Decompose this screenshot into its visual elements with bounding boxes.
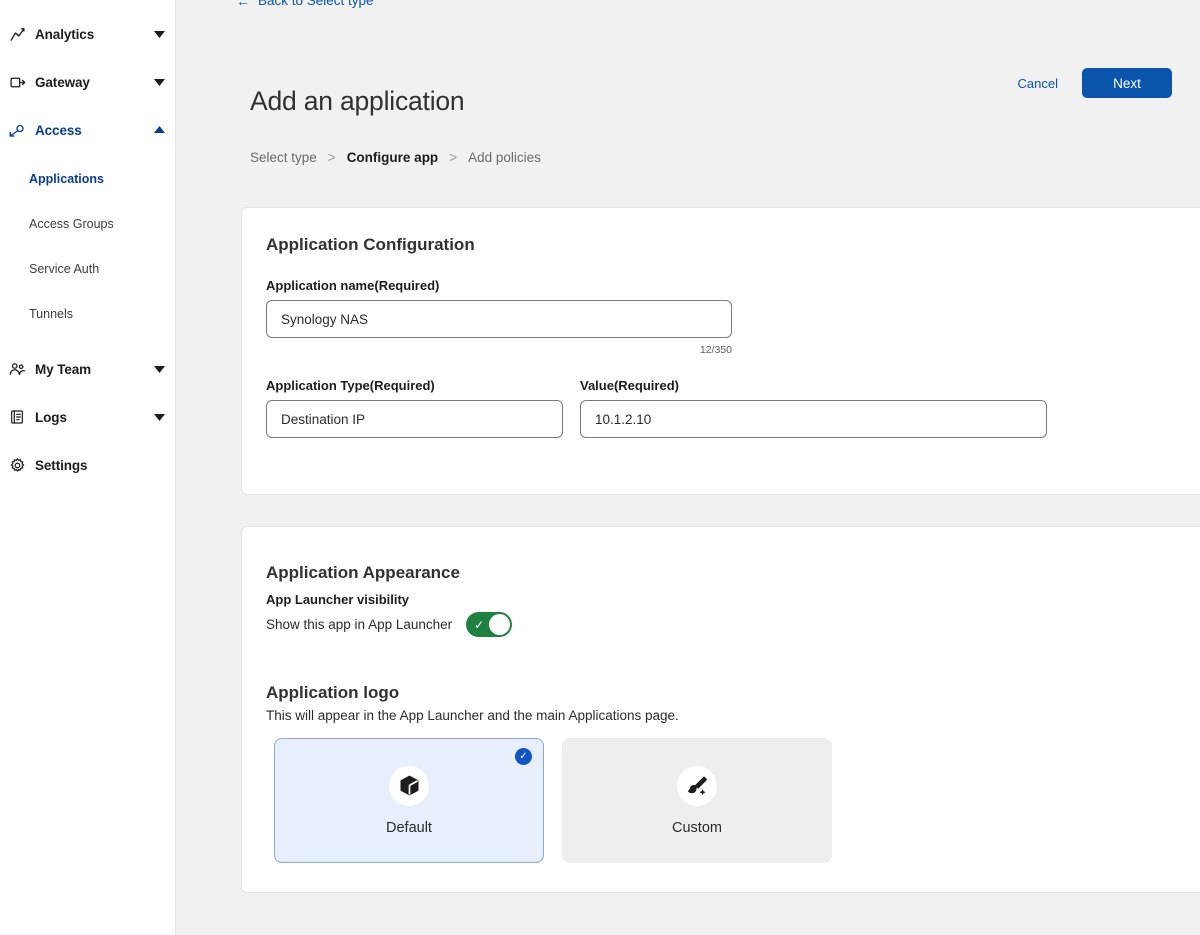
breadcrumb-separator: >	[449, 150, 457, 165]
value-label-row: Value(Required)	[580, 377, 679, 395]
chevron-up-icon[interactable]	[153, 124, 165, 136]
sidebar-group-logs[interactable]: Logs	[0, 403, 175, 431]
breadcrumb-step-select-type[interactable]: Select type	[250, 150, 317, 165]
logs-document-icon	[8, 408, 26, 426]
sidebar-group-label: Analytics	[35, 27, 153, 42]
application-type-label-row: Application Type(Required)	[266, 377, 435, 395]
breadcrumb-separator: >	[328, 150, 336, 165]
chevron-down-icon[interactable]	[153, 76, 165, 88]
app-launcher-visibility-label: Show this app in App Launcher	[266, 617, 452, 632]
breadcrumb-step-add-policies[interactable]: Add policies	[468, 150, 541, 165]
value-input[interactable]	[580, 400, 1047, 438]
app-launcher-visibility-heading: App Launcher visibility	[266, 592, 409, 607]
value-required-hint: (Required)	[614, 378, 679, 393]
sidebar-group-label: Logs	[35, 410, 153, 425]
application-configuration-card: Application Configuration Application na…	[241, 207, 1200, 495]
application-name-char-counter: 12/350	[266, 344, 732, 356]
caret-placeholder	[153, 459, 165, 471]
sidebar-group-my-team[interactable]: My Team	[0, 355, 175, 383]
sidebar-group-label: Settings	[35, 458, 153, 473]
sidebar-item-label: Service Auth	[29, 262, 99, 276]
sidebar-group-settings[interactable]: Settings	[0, 451, 175, 479]
application-appearance-title: Application Appearance	[266, 563, 460, 583]
arrow-left-icon: ←	[236, 0, 250, 8]
next-button[interactable]: Next	[1082, 68, 1172, 98]
page-title: Add an application	[250, 86, 464, 117]
app-root: Analytics Gateway Access	[0, 0, 1200, 935]
access-key-icon	[8, 121, 26, 139]
application-logo-description: This will appear in the App Launcher and…	[266, 708, 679, 723]
check-circle-icon: ✓	[515, 748, 532, 765]
sidebar-item-label: Tunnels	[29, 307, 73, 321]
application-logo-options: ✓ Default	[274, 738, 832, 863]
breadcrumb-step-configure-app: Configure app	[347, 150, 439, 165]
application-name-label: Application name	[266, 278, 374, 293]
sidebar-group-access[interactable]: Access	[0, 116, 175, 144]
application-appearance-card: Application Appearance App Launcher visi…	[241, 526, 1200, 893]
app-launcher-visibility-toggle[interactable]: ✓	[466, 612, 512, 637]
cube-icon	[389, 766, 429, 806]
application-configuration-title: Application Configuration	[266, 235, 475, 255]
chevron-down-icon[interactable]	[153, 411, 165, 423]
logo-option-custom[interactable]: Custom	[562, 738, 832, 863]
application-type-select-box[interactable]: Destination IP	[266, 400, 563, 438]
gateway-icon	[8, 73, 26, 91]
logo-option-label: Default	[386, 820, 432, 836]
application-type-required-hint: (Required)	[370, 378, 435, 393]
application-logo-heading: Application logo	[266, 683, 399, 703]
paintbrush-icon	[677, 766, 717, 806]
chevron-down-icon[interactable]	[153, 363, 165, 375]
sidebar-item-access-groups[interactable]: Access Groups	[0, 209, 175, 239]
sidebar-access-subnav: Applications Access Groups Service Auth …	[0, 164, 175, 329]
back-link-label: Back to Select type	[258, 0, 374, 8]
sidebar: Analytics Gateway Access	[0, 0, 176, 935]
back-to-select-type-link[interactable]: ← Back to Select type	[236, 0, 374, 8]
sidebar-group-label: My Team	[35, 362, 153, 377]
chevron-down-icon[interactable]	[153, 28, 165, 40]
main-content: ← Back to Select type Add an application…	[176, 0, 1200, 935]
team-people-icon	[8, 360, 26, 378]
sidebar-item-service-auth[interactable]: Service Auth	[0, 254, 175, 284]
sidebar-item-label: Access Groups	[29, 217, 114, 231]
sidebar-group-analytics[interactable]: Analytics	[0, 20, 175, 48]
header-actions: Cancel Next	[1014, 68, 1172, 98]
application-type-selected-value: Destination IP	[281, 412, 365, 427]
application-type-label: Application Type	[266, 378, 370, 393]
logo-option-default[interactable]: ✓ Default	[274, 738, 544, 863]
sidebar-group-label: Access	[35, 123, 153, 138]
check-icon: ✓	[474, 619, 484, 631]
cancel-button[interactable]: Cancel	[1014, 70, 1062, 97]
application-type-select[interactable]: Destination IP	[266, 400, 563, 438]
logo-option-label: Custom	[672, 820, 722, 836]
application-name-input[interactable]	[266, 300, 732, 338]
sidebar-item-label: Applications	[29, 172, 104, 186]
app-launcher-visibility-row: Show this app in App Launcher ✓	[266, 612, 512, 637]
toggle-knob	[489, 614, 510, 635]
breadcrumb: Select type > Configure app > Add polici…	[250, 150, 541, 165]
gear-icon	[8, 456, 26, 474]
sidebar-item-tunnels[interactable]: Tunnels	[0, 299, 175, 329]
analytics-line-chart-icon	[8, 25, 26, 43]
sidebar-group-gateway[interactable]: Gateway	[0, 68, 175, 96]
application-name-required-hint: (Required)	[374, 278, 439, 293]
sidebar-item-applications[interactable]: Applications	[0, 164, 175, 194]
value-label: Value	[580, 378, 614, 393]
application-name-label-row: Application name(Required)	[266, 277, 439, 295]
sidebar-group-label: Gateway	[35, 75, 153, 90]
